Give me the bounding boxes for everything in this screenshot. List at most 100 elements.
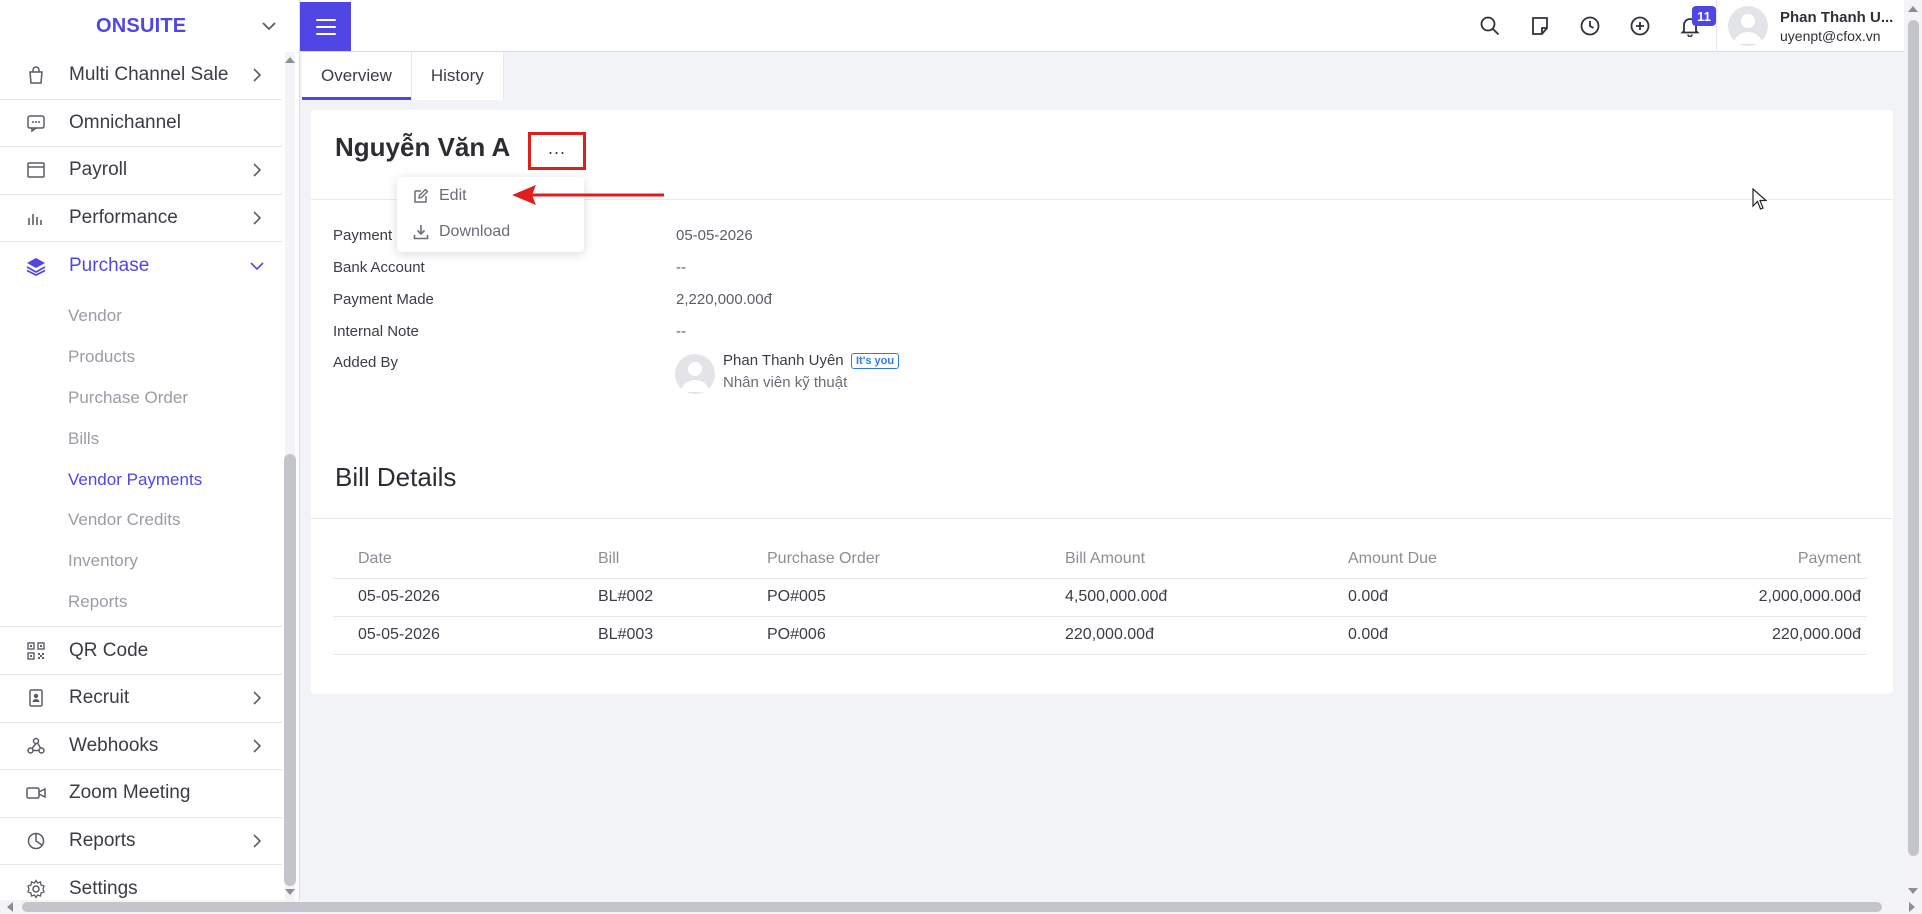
- submenu-item-purchase-order[interactable]: Purchase Order: [0, 378, 282, 419]
- sidebar-item-qr-code[interactable]: QR Code: [0, 627, 282, 675]
- user-name[interactable]: Phan Thanh U...: [1780, 9, 1893, 26]
- scroll-up-icon[interactable]: [284, 54, 296, 66]
- cell-payment: 2,000,000.00đ: [1648, 578, 1867, 617]
- tab-history[interactable]: History: [412, 52, 504, 100]
- page-horizontal-scrollbar[interactable]: [0, 900, 1922, 914]
- chevron-right-icon: [253, 211, 262, 225]
- field-value-payment-date: 05-05-2026: [676, 227, 753, 244]
- page-title: Nguyễn Văn A: [335, 132, 511, 162]
- notification-count-badge: 11: [1692, 6, 1716, 26]
- column-header-date: Date: [333, 540, 598, 579]
- field-value-bank-account: --: [676, 259, 686, 276]
- add-circle-icon[interactable]: [1627, 13, 1653, 39]
- sidebar-item-label: QR Code: [69, 639, 149, 661]
- scroll-up-icon[interactable]: [1907, 3, 1919, 15]
- user-avatar[interactable]: [1728, 6, 1768, 46]
- column-header-bill-amount: Bill Amount: [1065, 540, 1348, 579]
- sidebar-item-performance[interactable]: Performance: [0, 195, 282, 243]
- gear-icon: [24, 877, 48, 900]
- chevron-right-icon: [253, 163, 262, 178]
- column-header-payment: Payment: [1648, 540, 1867, 579]
- sidebar-item-label: Performance: [69, 207, 178, 229]
- cell-payment: 220,000.00đ: [1648, 616, 1867, 655]
- sidebar-item-purchase[interactable]: Purchase: [0, 242, 282, 290]
- avatar: [675, 354, 715, 394]
- topbar-divider: [1716, 0, 1717, 52]
- scrollbar-thumb[interactable]: [22, 902, 1882, 912]
- submenu-item-reports[interactable]: Reports: [0, 582, 282, 623]
- submenu-item-bills[interactable]: Bills: [0, 418, 282, 459]
- chevron-down-icon: [262, 22, 276, 31]
- cell-amount-due: 0.00đ: [1348, 616, 1648, 655]
- menu-toggle-button[interactable]: [300, 2, 351, 51]
- added-by-name: Phan Thanh Uyên: [723, 352, 844, 369]
- bill-details-table: Date Bill Purchase Order Bill Amount Amo…: [333, 540, 1867, 655]
- sidebar-item-omnichannel[interactable]: Omnichannel: [0, 100, 282, 148]
- submenu-item-products[interactable]: Products: [0, 337, 282, 378]
- id-card-icon: [24, 686, 48, 710]
- chevron-right-icon: [253, 834, 262, 848]
- sidebar-scrollbar[interactable]: [282, 52, 298, 900]
- table-header-row: Date Bill Purchase Order Bill Amount Amo…: [333, 540, 1867, 579]
- sidebar-item-payroll[interactable]: Payroll: [0, 147, 282, 195]
- field-label-payment: Payment: [333, 227, 393, 244]
- submenu-item-vendor-payments[interactable]: Vendor Payments: [0, 459, 282, 500]
- brand-switcher[interactable]: ONSUITE: [0, 0, 299, 52]
- scroll-down-icon[interactable]: [1907, 885, 1919, 897]
- bill-details-title: Bill Details: [335, 462, 457, 492]
- divider: [311, 518, 1893, 519]
- sidebar-item-recruit[interactable]: Recruit: [0, 675, 282, 723]
- clock-icon[interactable]: [1577, 13, 1603, 39]
- menu-item-edit[interactable]: Edit: [413, 187, 467, 205]
- menu-item-label: Edit: [439, 187, 467, 204]
- field-label-internal-note: Internal Note: [333, 323, 419, 340]
- chevron-right-icon: [253, 739, 262, 753]
- chevron-right-icon: [253, 68, 262, 82]
- qr-code-icon: [24, 639, 48, 663]
- scrollbar-thumb[interactable]: [284, 454, 296, 886]
- sidebar-item-webhooks[interactable]: Webhooks: [0, 723, 282, 771]
- cell-date: 05-05-2026: [333, 616, 598, 655]
- submenu-item-inventory[interactable]: Inventory: [0, 541, 282, 582]
- chevron-down-icon: [250, 262, 264, 271]
- tab-overview[interactable]: Overview: [302, 52, 412, 100]
- sidebar: ONSUITE Multi Channel Sale Omnichannel P…: [0, 0, 300, 900]
- chevron-right-icon: [253, 691, 262, 705]
- shopping-bag-icon: [24, 63, 48, 87]
- scroll-left-icon[interactable]: [4, 901, 16, 913]
- added-by-role: Nhân viên kỹ thuật: [723, 374, 848, 391]
- scroll-down-icon[interactable]: [284, 886, 296, 898]
- cell-purchase-order: PO#006: [767, 616, 1065, 655]
- sidebar-item-settings[interactable]: Settings: [0, 865, 282, 900]
- sidebar-item-multi-channel-sale[interactable]: Multi Channel Sale: [0, 52, 282, 100]
- field-value-internal-note: --: [676, 323, 686, 340]
- submenu-item-vendor[interactable]: Vendor: [0, 296, 282, 337]
- sidebar-item-zoom-meeting[interactable]: Zoom Meeting: [0, 770, 282, 818]
- top-bar: [300, 0, 1904, 52]
- hamburger-line: [315, 25, 336, 28]
- cell-bill-amount: 4,500,000.00đ: [1065, 578, 1348, 617]
- submenu-item-vendor-credits[interactable]: Vendor Credits: [0, 500, 282, 541]
- sidebar-item-label: Webhooks: [69, 734, 159, 756]
- cell-date: 05-05-2026: [333, 578, 598, 617]
- page-vertical-scrollbar[interactable]: [1904, 0, 1922, 900]
- search-icon[interactable]: [1477, 13, 1503, 39]
- menu-item-label: Download: [439, 223, 511, 240]
- bar-chart-icon: [24, 206, 48, 230]
- scrollbar-thumb[interactable]: [1908, 20, 1919, 856]
- sidebar-item-label: Settings: [69, 878, 138, 900]
- scroll-right-icon[interactable]: [1906, 901, 1918, 913]
- menu-item-download[interactable]: Download: [413, 223, 510, 241]
- more-actions-button[interactable]: ...: [528, 132, 586, 170]
- field-value-payment-made: 2,220,000.00đ: [676, 291, 772, 308]
- sidebar-item-label: Zoom Meeting: [69, 782, 191, 804]
- cell-bill-amount: 220,000.00đ: [1065, 616, 1348, 655]
- column-header-amount-due: Amount Due: [1348, 540, 1648, 579]
- chat-icon: [24, 111, 48, 135]
- sidebar-item-reports[interactable]: Reports: [0, 818, 282, 866]
- mouse-cursor-icon: [1752, 188, 1768, 210]
- table-row: 05-05-2026 BL#002 PO#005 4,500,000.00đ 0…: [333, 578, 1867, 617]
- cell-amount-due: 0.00đ: [1348, 578, 1648, 617]
- tab-bar: Overview History: [302, 52, 504, 100]
- note-icon[interactable]: [1527, 13, 1553, 39]
